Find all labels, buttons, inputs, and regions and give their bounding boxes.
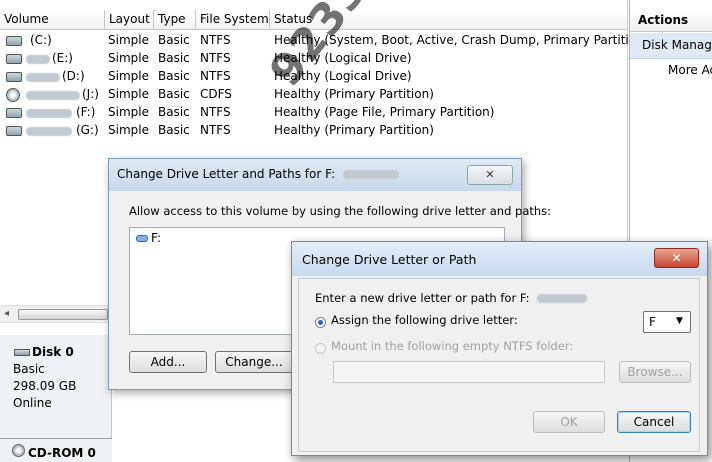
hdd-icon [6,72,22,82]
disk-name: Disk 0 [32,345,74,359]
layout-cell: Simple [108,123,149,137]
blurred-volume-label [26,73,60,82]
cd-icon [6,88,20,102]
layout-cell: Simple [108,51,149,65]
mount-folder-radio[interactable] [315,343,326,354]
hdd-icon [6,126,22,136]
scrollbar-thumb[interactable] [18,309,108,320]
hdd-icon [6,54,22,64]
instruction-text: Allow access to this volume by using the… [129,204,552,218]
blurred-volume-label [26,109,72,118]
layout-cell: Simple [108,87,149,101]
blurred-volume-label [342,170,399,179]
column-header-volume[interactable]: Volume [0,10,105,30]
browse-button[interactable]: Browse... [619,361,691,383]
column-header-file-system[interactable]: File System [196,10,270,30]
volume-name: (F:) [76,105,96,119]
fs-cell: NTFS [200,51,231,65]
layout-cell: Simple [108,105,149,119]
status-cell: Healthy (Primary Partition) [274,123,434,137]
ok-button[interactable]: OK [533,411,605,433]
volume-name: (G:) [76,123,99,137]
type-cell: Basic [158,105,190,119]
blurred-volume-label [26,55,50,64]
dialog-title-bar: Change Drive Letter and Paths for F: [109,159,521,191]
disk-type: Basic [13,362,45,376]
cancel-button[interactable]: Cancel [617,411,691,433]
type-cell: Basic [158,51,190,65]
blurred-volume-label [26,127,72,136]
type-cell: Basic [158,123,190,137]
cd-icon [12,444,25,457]
drive-letter-select[interactable]: F ▼ [643,311,691,333]
mount-folder-label[interactable]: Mount in the following empty NTFS folder… [331,339,573,353]
blurred-volume-label [26,91,80,100]
column-header-layout[interactable]: Layout [105,10,154,30]
volume-name: (J:) [82,87,99,101]
table-row[interactable]: (G:) Simple Basic NTFS Healthy (Primary … [0,122,628,140]
volume-name: (C:) [30,33,52,47]
actions-item-more-actions[interactable]: More Actions [668,63,712,77]
disk-state: Online [13,396,52,410]
column-header-type[interactable]: Type [154,10,196,30]
change-drive-letter-or-path-dialog: Change Drive Letter or Path ✕ Enter a ne… [291,241,708,456]
close-icon[interactable]: ✕ [654,248,699,268]
table-row[interactable]: (J:) Simple Basic CDFS Healthy (Primary … [0,86,628,104]
actions-title: Actions [630,10,712,32]
close-icon[interactable]: ✕ [467,165,513,185]
volume-name: (D:) [62,69,85,83]
drive-icon [136,235,148,242]
assign-letter-label[interactable]: Assign the following drive letter: [331,313,518,327]
hdd-icon [6,36,22,46]
cdrom-row[interactable]: CD-ROM 0 [0,438,112,462]
type-cell: Basic [158,33,190,47]
layout-cell: Simple [108,69,149,83]
cdrom-name: CD-ROM 0 [28,446,96,460]
actions-item-disk-management[interactable]: Disk Management [630,33,712,59]
type-cell: Basic [158,69,190,83]
layout-cell: Simple [108,33,149,47]
volume-name: (E:) [52,51,73,65]
fs-cell: NTFS [200,69,231,83]
dialog-title: Change Drive Letter or Path [292,242,707,276]
assign-letter-radio[interactable] [315,317,326,328]
disk-icon [14,349,30,356]
fs-cell: NTFS [200,123,231,137]
fs-cell: NTFS [200,105,231,119]
prompt-label: Enter a new drive letter or path for F: [315,291,530,305]
fs-cell: NTFS [200,33,231,47]
chevron-down-icon[interactable]: ▼ [676,316,683,326]
prompt-text: Enter a new drive letter or path for F: [315,291,588,305]
type-cell: Basic [158,87,190,101]
status-cell: Healthy (Page File, Primary Partition) [274,105,495,119]
hdd-icon [6,108,22,118]
add-button[interactable]: Add... [129,351,207,373]
scroll-left-arrow-icon[interactable]: ◂ [4,308,9,319]
disk-size: 298.09 GB [13,379,77,393]
list-item[interactable]: F: [151,231,161,245]
blurred-volume-label [537,294,588,303]
drive-letter-value: F [649,315,656,329]
dialog-title: Change Drive Letter and Paths for F: [117,167,336,181]
fs-cell: CDFS [200,87,232,101]
dialog-body: Enter a new drive letter or path for F: … [298,278,700,452]
folder-path-input[interactable] [333,361,605,383]
table-row[interactable]: (F:) Simple Basic NTFS Healthy (Page Fil… [0,104,628,122]
change-button[interactable]: Change... [215,351,293,373]
